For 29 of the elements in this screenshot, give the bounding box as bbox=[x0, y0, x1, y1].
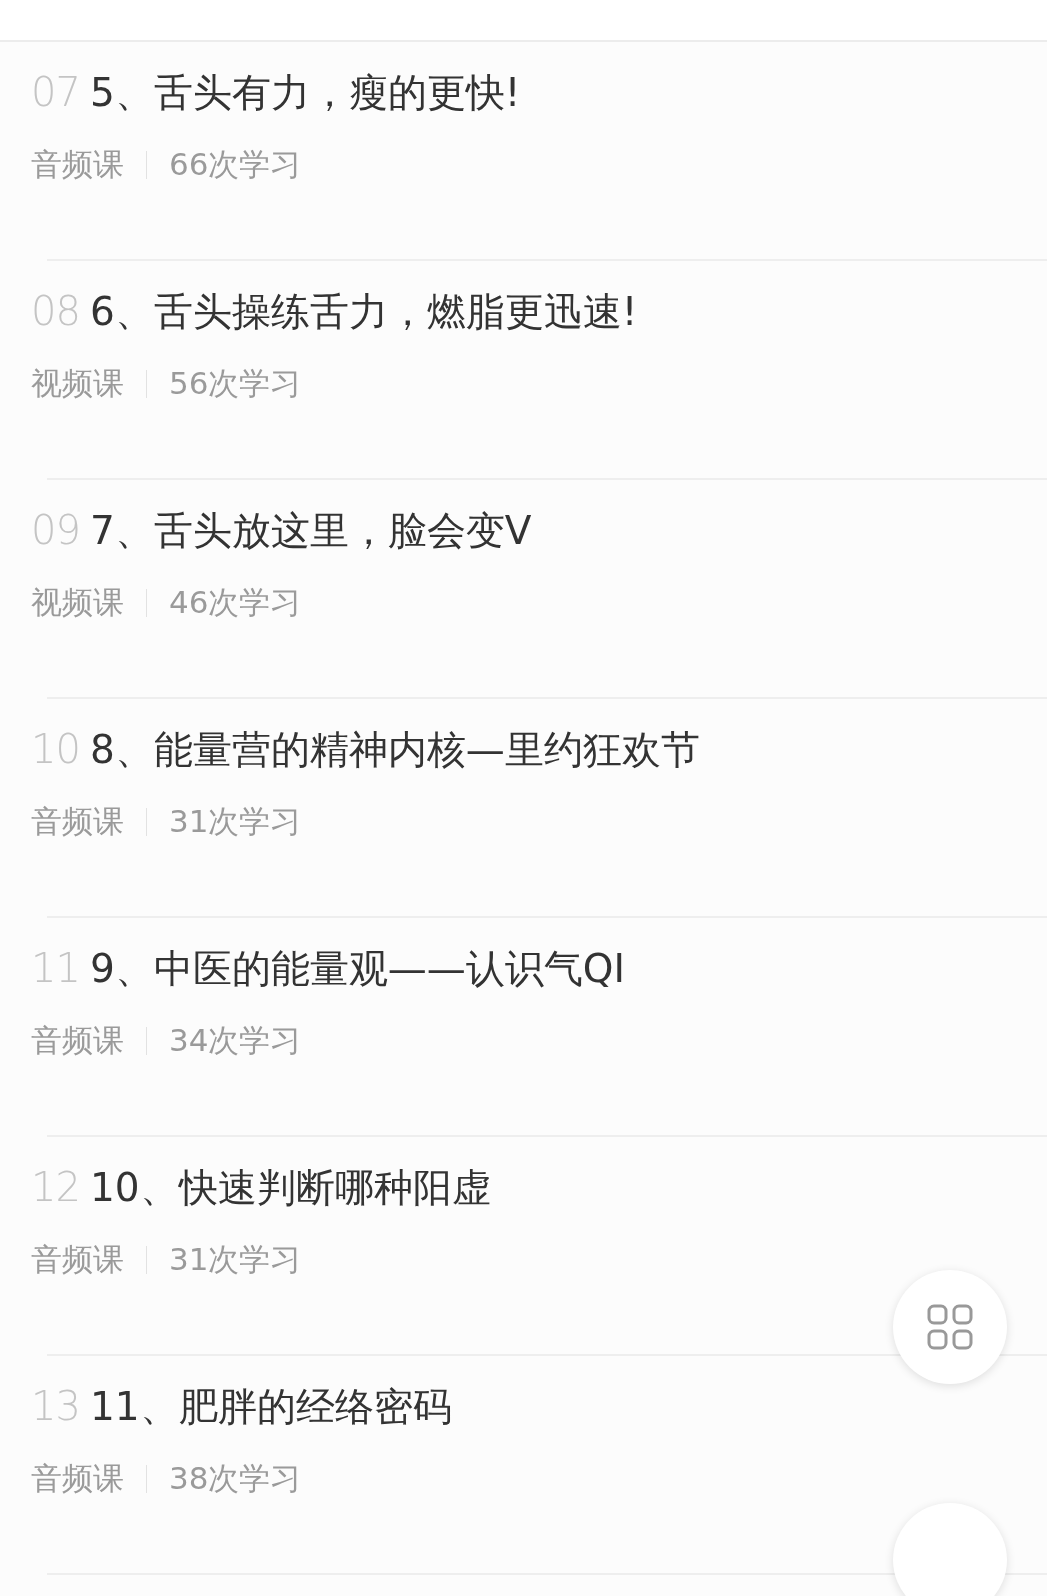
lesson-number: 13 bbox=[31, 1383, 80, 1429]
study-count: 31次学习 bbox=[169, 1240, 302, 1279]
grid-icon bbox=[927, 1304, 973, 1350]
lesson-title[interactable]: 9、中医的能量观——认识气QI bbox=[89, 942, 625, 996]
lesson-title[interactable]: 11、肥胖的经络密码 bbox=[89, 1380, 452, 1434]
lesson-title[interactable]: 10、快速判断哪种阳虚 bbox=[89, 1161, 491, 1215]
lesson-type: 音频课 bbox=[31, 1021, 124, 1060]
lesson-number: 07 bbox=[31, 69, 80, 115]
lesson-title[interactable]: 6、舌头操练舌力，燃脂更迅速! bbox=[89, 285, 638, 339]
lesson-type: 视频课 bbox=[31, 583, 124, 622]
lesson-number: 11 bbox=[31, 945, 80, 991]
lesson-number: 10 bbox=[31, 726, 80, 772]
study-count: 34次学习 bbox=[169, 1021, 302, 1060]
lesson-number: 08 bbox=[31, 288, 80, 334]
lesson-type: 音频课 bbox=[31, 1459, 124, 1498]
lesson-type: 音频课 bbox=[31, 145, 124, 184]
lesson-title[interactable]: 5、舌头有力，瘦的更快! bbox=[89, 66, 521, 120]
lesson-number: 09 bbox=[31, 507, 80, 553]
study-count: 31次学习 bbox=[169, 802, 302, 841]
lesson-type: 音频课 bbox=[31, 1240, 124, 1279]
study-count: 56次学习 bbox=[169, 364, 302, 403]
study-count: 46次学习 bbox=[169, 583, 302, 622]
lesson-title[interactable]: 8、能量营的精神内核—里约狂欢节 bbox=[89, 723, 700, 777]
study-count: 66次学习 bbox=[169, 145, 302, 184]
lesson-type: 视频课 bbox=[31, 364, 124, 403]
lesson-number: 12 bbox=[31, 1164, 80, 1210]
lesson-title[interactable]: 7、舌头放这里，脸会变V bbox=[89, 504, 532, 558]
study-count: 38次学习 bbox=[169, 1459, 302, 1498]
lesson-type: 音频课 bbox=[31, 802, 124, 841]
